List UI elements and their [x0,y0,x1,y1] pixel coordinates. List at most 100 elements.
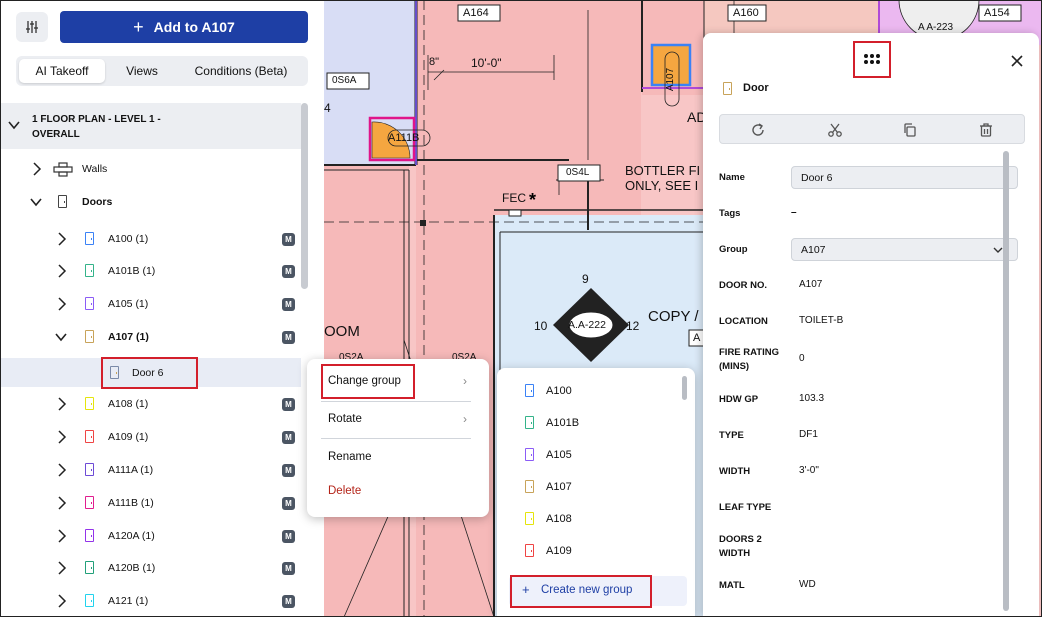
tree-item-group[interactable]: A105 (1) M [0,290,301,318]
add-to-group-button[interactable]: + Add to A107 [60,11,308,43]
group-label: A111B (1) [108,497,154,509]
group-option[interactable]: A105 [525,448,572,461]
sliders-icon [26,21,38,33]
model-badge: M [282,431,295,444]
dimension-10: 10'-0" [471,56,502,70]
grid-number-4: 4 [324,101,331,115]
details-toolbar [719,114,1025,144]
tree-item-group[interactable]: A111A (1) M [0,456,301,484]
model-badge: M [282,497,295,510]
floor-plan-title: 1 FLOOR PLAN - LEVEL 1 - OVERALL [32,114,161,140]
takeoff-sidebar: + Add to A107 AI Takeoff Views Condition… [0,0,324,617]
fec-label: FEC [502,191,526,205]
door-icon [85,330,94,343]
tree-item-group[interactable]: A121 (1) M [0,587,301,615]
group-label: A108 (1) [108,398,149,410]
menu-item-rename[interactable]: Rename [328,451,371,463]
group-option[interactable]: A109 [525,544,572,557]
tags-value[interactable]: – [791,207,797,218]
details-scrollbar[interactable] [1003,151,1009,611]
menu-item-rotate[interactable]: Rotate [328,413,362,425]
chevron-right-icon[interactable] [56,463,68,477]
prop-label-width: WIDTH [719,466,751,477]
copy-icon[interactable] [902,122,918,138]
group-label: A111A (1) [108,464,154,476]
trash-icon[interactable] [978,122,994,138]
group-option[interactable]: A100 [525,384,572,397]
chevron-down-icon[interactable] [54,330,68,344]
tree-item-group[interactable]: A101B (1) M [0,257,301,285]
marker-number-10: 10 [534,319,548,333]
name-label: Name [719,172,745,183]
room-text-oom: OOM [324,323,360,340]
group-option[interactable]: A101B [525,416,579,429]
prop-label-hdw-gp: HDW GP [719,394,759,405]
details-title: Door [743,82,769,94]
door-icon [525,448,534,461]
filter-button[interactable] [16,12,48,42]
prop-value-width[interactable]: 3'-0" [799,465,819,476]
group-option-label: A100 [546,384,572,397]
room-tag-a-small: A [693,332,701,344]
chevron-right-icon[interactable] [56,232,68,246]
chevron-right-icon[interactable] [56,297,68,311]
chevron-right-icon[interactable] [56,561,68,575]
model-badge: M [282,562,295,575]
floor-plan-header[interactable]: 1 FLOOR PLAN - LEVEL 1 - OVERALL [0,103,301,149]
scissors-icon[interactable] [827,122,843,138]
group-label: Group [719,244,748,255]
refresh-icon[interactable] [750,122,766,138]
tree-item-group[interactable]: A120B (1) M [0,554,301,582]
highlight-box [321,364,415,399]
tree-item-group[interactable]: A120A (1) M [0,522,301,550]
chevron-right-icon[interactable] [56,496,68,510]
note-bottler-2: ONLY, SEE I [625,178,699,193]
door-tag-a107[interactable]: A107 [665,68,676,91]
chevron-right-icon: › [463,412,467,426]
chevron-right-icon: › [463,374,467,388]
tab-conditions[interactable]: Conditions (Beta) [179,59,303,83]
prop-value-type[interactable]: DF1 [799,429,818,440]
group-option[interactable]: A107 [525,480,572,493]
chevron-down-icon[interactable] [7,118,21,132]
drag-handle-icon[interactable] [863,53,881,65]
group-select[interactable]: A107 [791,238,1018,261]
marker-label-aa222: A.A-222 [568,319,606,331]
chevron-down-icon[interactable] [29,195,43,209]
close-icon[interactable] [1010,54,1024,68]
submenu-scrollbar[interactable] [682,376,687,400]
chevron-right-icon[interactable] [31,162,43,176]
chevron-right-icon[interactable] [56,594,68,608]
group-option[interactable]: A108 [525,512,572,525]
prop-value-matl[interactable]: WD [799,579,816,590]
chevron-right-icon[interactable] [56,264,68,278]
tab-views[interactable]: Views [105,59,179,83]
tree-item-doors[interactable]: Doors [0,188,301,216]
prop-value-fire-rating[interactable]: 0 [799,353,805,364]
tree-item-group[interactable]: A109 (1) M [0,423,301,451]
tag-0s4l: 0S4L [566,167,590,178]
group-label: A121 (1) [108,595,149,607]
tab-ai-takeoff[interactable]: AI Takeoff [19,59,105,83]
group-option-label: A101B [546,416,580,429]
chevron-right-icon[interactable] [56,430,68,444]
tree-item-group[interactable]: A100 (1) M [0,225,301,253]
prop-label-matl: MATL [719,580,745,591]
door-tag-a111b[interactable]: A111B [388,132,419,144]
prop-value-location[interactable]: TOILET-B [799,315,843,326]
tree-item-group[interactable]: A107 (1) M [0,323,301,351]
tree-item-group[interactable]: A108 (1) M [0,390,301,418]
sidebar-scrollbar[interactable] [301,103,308,289]
group-label: A101B (1) [108,265,156,277]
group-option-label: A108 [546,512,572,525]
prop-value-door-no[interactable]: A107 [799,279,822,290]
room-tag-a154: A154 [984,7,1010,19]
chevron-right-icon[interactable] [56,397,68,411]
chevron-right-icon[interactable] [56,529,68,543]
tree-item-walls[interactable]: Walls [0,155,301,183]
model-badge: M [282,530,295,543]
tree-item-group[interactable]: A111B (1) M [0,489,301,517]
name-input[interactable]: Door 6 [791,166,1018,189]
prop-value-hdw-gp[interactable]: 103.3 [799,393,824,404]
menu-item-delete[interactable]: Delete [328,485,361,497]
